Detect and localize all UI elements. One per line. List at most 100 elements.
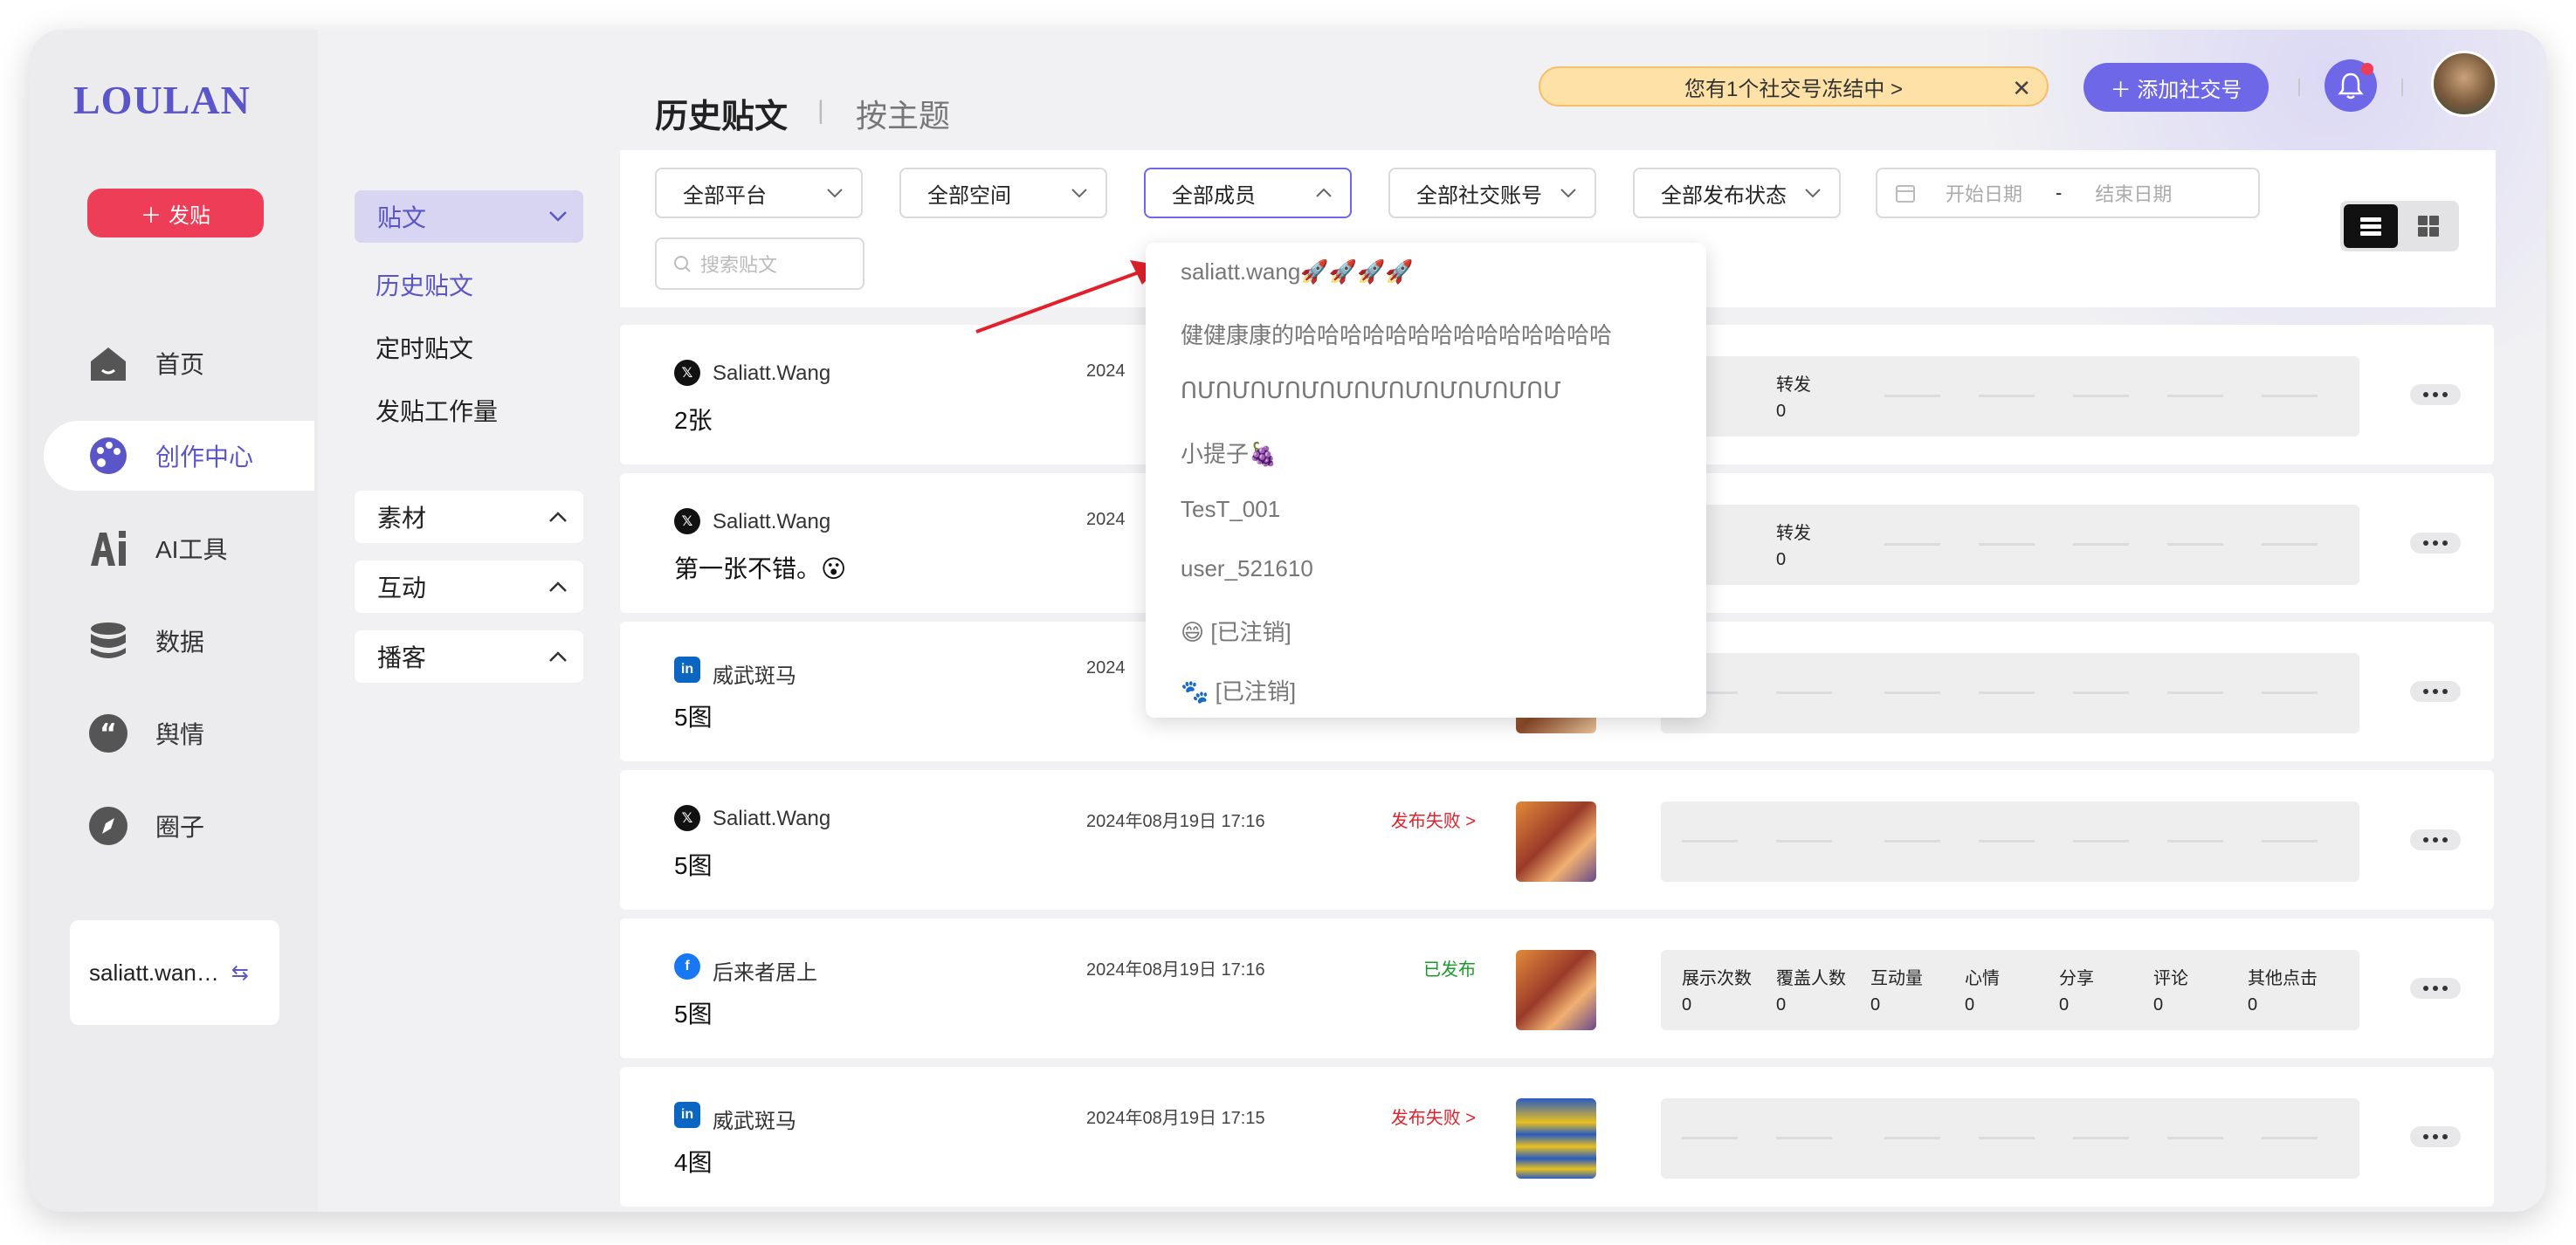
post-text: 第一张不错。😮 — [674, 555, 847, 582]
left-nav: LOULAN ＋ 发贴 首页 创作中心 AI工具 数据 “ 舆情 圈子 sali… — [30, 30, 318, 1212]
grid-view-button[interactable] — [2401, 204, 2455, 248]
status-badge[interactable]: 发布失败 > — [1371, 807, 1476, 832]
post-thumbnail[interactable] — [1516, 801, 1596, 882]
post-row[interactable]: 𝕏 Saliatt.Wang 5图 2024年08月19日 17:16 发布失败… — [620, 770, 2494, 910]
chevron-down-icon — [1560, 189, 1576, 198]
nav-item-sentiment[interactable]: “ 舆情 — [44, 698, 314, 768]
stat-impressions: 展示次数 0 — [1682, 969, 1752, 1015]
member-option[interactable]: 🐾 [已注销] — [1181, 674, 1296, 706]
status-badge: 已发布 — [1423, 960, 1476, 980]
member-option[interactable]: 健健康康的哈哈哈哈哈哈哈哈哈哈哈哈哈哈 — [1181, 318, 1612, 350]
nav-item-circle[interactable]: 圈子 — [44, 791, 314, 861]
social-account-select[interactable]: 全部社交账号 — [1388, 168, 1596, 218]
subnav-group-materials[interactable]: 素材 — [355, 491, 583, 543]
chevron-down-icon — [1805, 189, 1821, 198]
facebook-icon: f — [674, 953, 700, 980]
close-icon[interactable]: ✕ — [2012, 75, 2031, 102]
date-separator: - — [2056, 182, 2063, 203]
frozen-account-notice[interactable]: 您有1个社交号冻结中 > ✕ — [1539, 66, 2049, 107]
post-text: 2张 — [674, 407, 713, 434]
start-date[interactable]: 开始日期 — [1946, 179, 2022, 207]
nav-item-home[interactable]: 首页 — [44, 328, 314, 398]
member-option[interactable]: user_521610 — [1181, 555, 1313, 582]
linkedin-icon: in — [674, 657, 700, 683]
member-option[interactable]: 😄 [已注销] — [1181, 615, 1291, 647]
add-social-account-button[interactable]: ＋ 添加社交号 — [2084, 63, 2269, 112]
subnav-group-podcast[interactable]: 播客 — [355, 630, 583, 683]
stat-reactions: 心情 0 — [1965, 969, 2000, 1015]
member-option[interactable]: ՈՄՈՄՈՄՈՄՈՄՈՄՈՄՈՄՈՄՈՄՈՄ — [1181, 377, 1561, 404]
member-option[interactable]: saliatt.wang🚀🚀🚀🚀 — [1181, 258, 1414, 285]
nav-item-ai-tools[interactable]: AI工具 — [44, 513, 314, 583]
nav-item-creation-center[interactable]: 创作中心 — [44, 421, 314, 491]
more-options-button[interactable] — [2410, 829, 2461, 850]
post-thumbnail[interactable] — [1516, 1098, 1596, 1179]
date-range-picker[interactable]: 开始日期 - 结束日期 — [1876, 168, 2260, 218]
end-date[interactable]: 结束日期 — [2095, 179, 2172, 207]
subnav-link-history[interactable]: 历史贴文 — [375, 267, 473, 302]
member-option[interactable]: 小提子🍇 — [1181, 437, 1277, 469]
new-post-button[interactable]: ＋ 发贴 — [87, 189, 264, 237]
subnav-group-posts[interactable]: 贴文 — [355, 190, 583, 243]
annotation-arrow — [975, 260, 1161, 334]
stat-repost: 转发 0 — [1776, 524, 1811, 569]
more-options-button[interactable] — [2410, 1126, 2461, 1147]
avatar[interactable] — [2431, 51, 2497, 117]
view-toggle — [2340, 201, 2459, 251]
account-name: 威武斑马 — [713, 1110, 796, 1133]
chevron-up-icon — [549, 581, 567, 592]
app-window: LOULAN ＋ 发贴 首页 创作中心 AI工具 数据 “ 舆情 圈子 sali… — [30, 30, 2546, 1212]
select-value: 全部成员 — [1172, 183, 1256, 208]
notification-bell[interactable] — [2325, 59, 2377, 112]
palette-icon — [87, 435, 129, 477]
account-name: Saliatt.Wang — [713, 807, 831, 830]
platform-select[interactable]: 全部平台 — [655, 168, 863, 218]
new-post-label: 发贴 — [169, 203, 210, 228]
space-select[interactable]: 全部空间 — [899, 168, 1107, 218]
subnav-group-interaction[interactable]: 互动 — [355, 561, 583, 613]
stat-comments: 评论 0 — [2153, 969, 2188, 1015]
post-time: 2024 — [1086, 361, 1126, 381]
nav-label: 首页 — [155, 351, 205, 378]
more-options-button[interactable] — [2410, 384, 2461, 405]
post-row[interactable]: f 后来者居上 5图 2024年08月19日 17:16 已发布 展示次数 0 覆… — [620, 918, 2494, 1058]
more-options-button[interactable] — [2410, 533, 2461, 554]
post-text: 5图 — [674, 1001, 713, 1028]
chevron-up-icon — [549, 651, 567, 662]
publish-status-select[interactable]: 全部发布状态 — [1633, 168, 1841, 218]
post-stats: 转发 0 — [1661, 356, 2359, 437]
list-view-button[interactable] — [2344, 204, 2398, 248]
subnav-link-scheduled[interactable]: 定时贴文 — [375, 330, 473, 365]
current-user-card[interactable]: saliatt.wan… ⇆ — [70, 920, 279, 1025]
search-input[interactable]: 搜索贴文 — [655, 237, 864, 290]
nav-label: 创作中心 — [155, 444, 254, 471]
post-stats: 转发 0 — [1661, 505, 2359, 585]
post-thumbnail[interactable] — [1516, 950, 1596, 1030]
account-name: Saliatt.Wang — [713, 510, 831, 533]
member-option[interactable]: TesT_001 — [1181, 496, 1280, 523]
nav-label: AI工具 — [155, 536, 228, 563]
subnav-link-workload[interactable]: 发贴工作量 — [375, 393, 498, 428]
post-time: 2024年08月19日 17:16 — [1086, 812, 1265, 831]
post-row[interactable]: in 威武斑马 4图 2024年08月19日 17:15 发布失败 > — [620, 1067, 2494, 1207]
compass-icon — [87, 805, 129, 847]
account-name: 威武斑马 — [713, 664, 796, 688]
plus-icon: ＋ — [141, 203, 162, 228]
database-icon — [87, 620, 129, 662]
search-placeholder: 搜索贴文 — [700, 254, 778, 276]
calendar-icon — [1896, 185, 1915, 203]
more-options-button[interactable] — [2410, 681, 2461, 702]
notification-badge — [2361, 63, 2373, 75]
switch-account-icon[interactable]: ⇆ — [231, 960, 249, 986]
tab-by-topic[interactable]: 按主题 — [856, 91, 950, 136]
nav-item-data[interactable]: 数据 — [44, 606, 314, 676]
member-select[interactable]: 全部成员 — [1144, 168, 1352, 218]
more-options-button[interactable] — [2410, 978, 2461, 999]
select-value: 全部空间 — [927, 183, 1011, 208]
x-icon: 𝕏 — [674, 805, 700, 831]
chevron-up-icon — [1316, 188, 1332, 197]
account-name: Saliatt.Wang — [713, 361, 831, 385]
select-value: 全部平台 — [683, 183, 767, 208]
post-time: 2024年08月19日 17:15 — [1086, 1109, 1265, 1128]
status-badge[interactable]: 发布失败 > — [1371, 1104, 1476, 1129]
